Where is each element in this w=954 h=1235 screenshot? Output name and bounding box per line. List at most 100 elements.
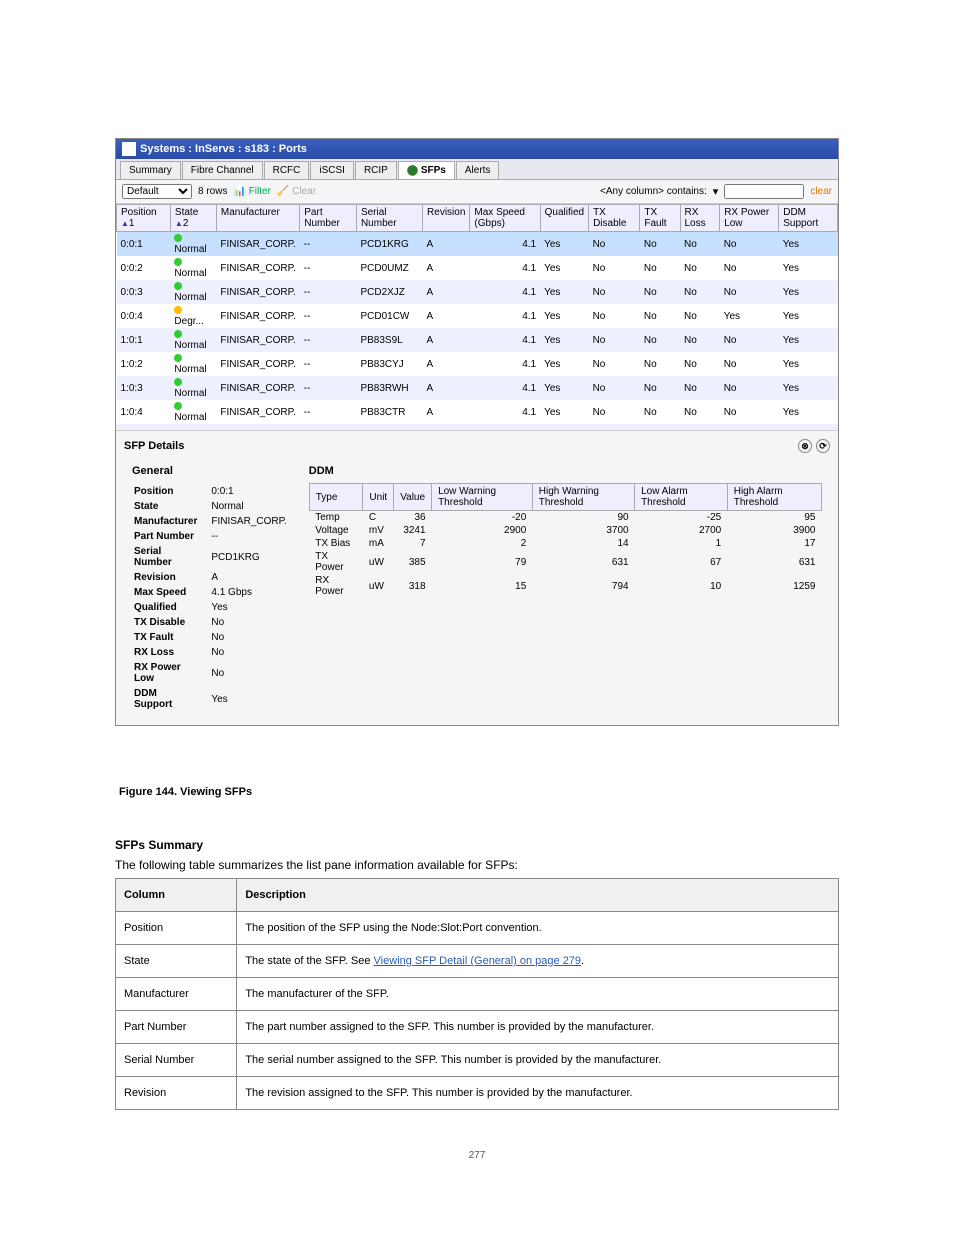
- detail-value: Normal: [211, 500, 286, 513]
- ddm-col[interactable]: High Alarm Threshold: [727, 484, 821, 511]
- details-title: SFP Details: [124, 440, 184, 452]
- tab-sfps[interactable]: ⬤ SFPs: [398, 161, 455, 179]
- clear-right-link[interactable]: clear: [810, 186, 832, 197]
- table-row: RevisionThe revision assigned to the SFP…: [116, 1077, 839, 1110]
- col-manufacturer[interactable]: Manufacturer: [216, 205, 299, 232]
- table-row[interactable]: 0:0:3NormalFINISAR_CORP.--PCD2XJZA4.1Yes…: [117, 280, 838, 304]
- sfp-grid: Position ▲1 State ▲2 Manufacturer Part N…: [116, 204, 838, 424]
- table-row: PositionThe position of the SFP using th…: [116, 912, 839, 945]
- detail-value: 0:0:1: [211, 485, 286, 498]
- sfps-summary-heading: SFPs Summary: [115, 838, 839, 852]
- filter-column-label: <Any column> contains:: [600, 186, 707, 197]
- table-row[interactable]: 1:0:4NormalFINISAR_CORP.--PB83CTRA4.1Yes…: [117, 400, 838, 424]
- table-row[interactable]: 1:0:1NormalFINISAR_CORP.--PB83S9LA4.1Yes…: [117, 328, 838, 352]
- col-header-column: Column: [116, 879, 237, 912]
- cross-reference-link[interactable]: Viewing SFP Detail (General) on page 279: [374, 955, 582, 967]
- ddm-col[interactable]: Unit: [363, 484, 394, 511]
- detail-label: Serial Number: [134, 545, 209, 569]
- refresh-icon[interactable]: ⟳: [816, 439, 830, 453]
- ddm-col[interactable]: Type: [309, 484, 363, 511]
- table-row: ManufacturerThe manufacturer of the SFP.: [116, 978, 839, 1011]
- table-row[interactable]: 1:0:3NormalFINISAR_CORP.--PB83RWHA4.1Yes…: [117, 376, 838, 400]
- filter-input[interactable]: [724, 184, 804, 199]
- detail-value: No: [211, 631, 286, 644]
- detail-value: Yes: [211, 687, 286, 711]
- status-dot-icon: [174, 234, 182, 242]
- col-qualified[interactable]: Qualified: [540, 205, 588, 232]
- status-dot-icon: [174, 258, 182, 266]
- clear-link[interactable]: 🧹 Clear: [277, 186, 316, 197]
- detail-label: Manufacturer: [134, 515, 209, 528]
- table-row[interactable]: 0:0:4Degr...FINISAR_CORP.--PCD01CWA4.1Ye…: [117, 304, 838, 328]
- chevron-down-icon[interactable]: ▾: [713, 185, 719, 198]
- app-icon: [122, 142, 136, 156]
- col-rx-loss[interactable]: RX Loss: [680, 205, 720, 232]
- sfp-details-panel: SFP Details ⊗ ⟳ General Position0:0:1Sta…: [116, 430, 838, 725]
- tab-rcip[interactable]: RCIP: [355, 161, 397, 179]
- detail-label: State: [134, 500, 209, 513]
- collapse-icon[interactable]: ⊗: [798, 439, 812, 453]
- table-row[interactable]: 0:0:1NormalFINISAR_CORP.--PCD1KRGA4.1Yes…: [117, 232, 838, 257]
- col-position[interactable]: Position ▲1: [117, 205, 171, 232]
- col-rx-power-low[interactable]: RX Power Low: [720, 205, 779, 232]
- general-title: General: [132, 465, 289, 477]
- tab-alerts[interactable]: Alerts: [456, 161, 500, 179]
- sfp-summary-table: Column Description PositionThe position …: [115, 878, 839, 1110]
- ddm-title: DDM: [309, 465, 822, 477]
- detail-label: DDM Support: [134, 687, 209, 711]
- col-max-speed[interactable]: Max Speed (Gbps): [470, 205, 540, 232]
- detail-label: RX Power Low: [134, 661, 209, 685]
- ddm-col[interactable]: Value: [394, 484, 432, 511]
- table-row: Part NumberThe part number assigned to t…: [116, 1011, 839, 1044]
- row-count: 8 rows: [198, 186, 227, 197]
- detail-value: Yes: [211, 601, 286, 614]
- ddm-col[interactable]: Low Alarm Threshold: [635, 484, 728, 511]
- ddm-row: RX PoweruW31815794101259: [309, 574, 821, 598]
- ddm-row: TX PoweruW3857963167631: [309, 550, 821, 574]
- sfp-icon: ⬤: [407, 165, 421, 176]
- window-titlebar: Systems : InServs : s183 : Ports: [116, 139, 838, 159]
- detail-value: 4.1 Gbps: [211, 586, 286, 599]
- col-tx-disable[interactable]: TX Disable: [589, 205, 640, 232]
- detail-label: RX Loss: [134, 646, 209, 659]
- view-select[interactable]: Default: [122, 184, 192, 199]
- filter-link[interactable]: 📊 Filter: [233, 186, 270, 197]
- ddm-row: VoltagemV32412900370027003900: [309, 524, 821, 537]
- ddm-col[interactable]: High Warning Threshold: [532, 484, 634, 511]
- detail-value: No: [211, 646, 286, 659]
- detail-value: PCD1KRG: [211, 545, 286, 569]
- ddm-col[interactable]: Low Warning Threshold: [432, 484, 533, 511]
- detail-label: Max Speed: [134, 586, 209, 599]
- tab-iscsi[interactable]: iSCSI: [310, 161, 354, 179]
- intro-text: The following table summarizes the list …: [115, 858, 839, 872]
- col-tx-fault[interactable]: TX Fault: [640, 205, 680, 232]
- detail-value: FINISAR_CORP.: [211, 515, 286, 528]
- detail-label: Position: [134, 485, 209, 498]
- window-title: Systems : InServs : s183 : Ports: [140, 143, 307, 155]
- figure-caption: Figure 144. Viewing SFPs: [119, 786, 839, 798]
- ddm-row: TempC36-2090-2595: [309, 511, 821, 525]
- table-row[interactable]: 1:0:2NormalFINISAR_CORP.--PB83CYJA4.1Yes…: [117, 352, 838, 376]
- table-row: Serial NumberThe serial number assigned …: [116, 1044, 839, 1077]
- toolbar: Default 8 rows 📊 Filter 🧹 Clear <Any col…: [116, 180, 838, 204]
- col-ddm-support[interactable]: DDM Support: [779, 205, 838, 232]
- detail-value: No: [211, 661, 286, 685]
- tab-summary[interactable]: Summary: [120, 161, 181, 179]
- detail-value: --: [211, 530, 286, 543]
- tab-fibre-channel[interactable]: Fibre Channel: [182, 161, 263, 179]
- sort-asc-icon: ▲: [121, 219, 129, 228]
- sort-asc-icon: ▲: [175, 219, 183, 228]
- col-part-number[interactable]: Part Number: [300, 205, 357, 232]
- document-body: Figure 144. Viewing SFPs SFPs Summary Th…: [115, 786, 839, 1161]
- detail-label: Revision: [134, 571, 209, 584]
- status-dot-icon: [174, 306, 182, 314]
- status-dot-icon: [174, 402, 182, 410]
- col-state[interactable]: State ▲2: [170, 205, 216, 232]
- detail-value: No: [211, 616, 286, 629]
- table-row[interactable]: 0:0:2NormalFINISAR_CORP.--PCD0UMZA4.1Yes…: [117, 256, 838, 280]
- status-dot-icon: [174, 282, 182, 290]
- detail-label: TX Disable: [134, 616, 209, 629]
- col-revision[interactable]: Revision: [423, 205, 470, 232]
- col-serial[interactable]: Serial Number: [356, 205, 422, 232]
- tab-rcfc[interactable]: RCFC: [264, 161, 310, 179]
